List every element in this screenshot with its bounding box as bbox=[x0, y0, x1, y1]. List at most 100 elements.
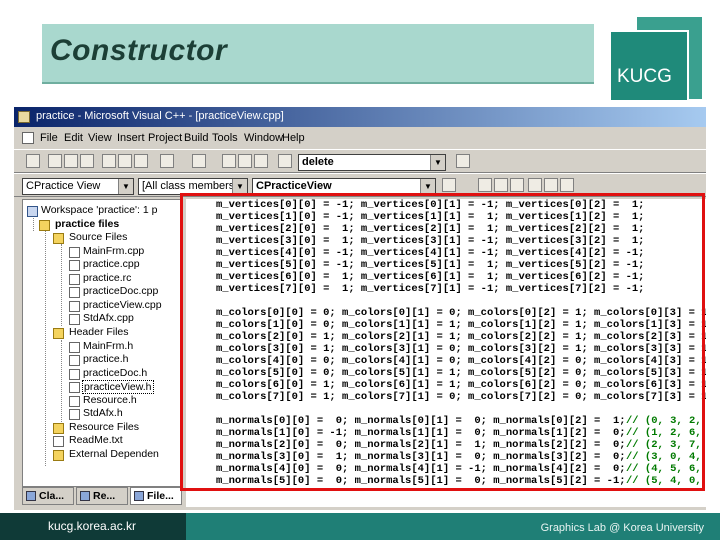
wizard-action-icon[interactable] bbox=[442, 178, 456, 192]
chevron-down-icon[interactable]: ▼ bbox=[420, 179, 435, 194]
tree-line bbox=[61, 340, 62, 422]
members-combo-value: [All class members] bbox=[142, 180, 238, 192]
copy-icon[interactable] bbox=[118, 154, 132, 168]
slide-title: Constructor bbox=[50, 34, 228, 67]
tree-practiceview-h[interactable]: practiceView.h bbox=[82, 380, 154, 394]
new-file-icon[interactable] bbox=[26, 154, 40, 168]
class-combo[interactable]: CPractice View ▼ bbox=[22, 178, 134, 195]
tree-readme[interactable]: ReadMe.txt bbox=[69, 434, 123, 446]
header-file-icon bbox=[69, 396, 80, 407]
window-title: practice - Microsoft Visual C++ - [pract… bbox=[36, 110, 284, 122]
paste-icon[interactable] bbox=[134, 154, 148, 168]
tree-resource-h[interactable]: Resource.h bbox=[83, 394, 137, 406]
open-folder-icon[interactable] bbox=[48, 154, 62, 168]
cpp-file-icon bbox=[69, 247, 80, 258]
highlight-box bbox=[180, 193, 705, 491]
folder-icon bbox=[53, 328, 64, 339]
tab-class-view[interactable]: Cla... bbox=[22, 487, 74, 505]
text-file-icon bbox=[53, 436, 64, 447]
stop-build-icon[interactable] bbox=[510, 178, 524, 192]
tree-practice-h[interactable]: practice.h bbox=[83, 353, 129, 365]
go-icon[interactable] bbox=[560, 178, 574, 192]
tree-external-dependencies[interactable]: External Dependen bbox=[69, 448, 159, 460]
app-icon bbox=[18, 111, 30, 123]
document-icon bbox=[22, 132, 34, 144]
menu-build[interactable]: Build bbox=[184, 132, 208, 144]
undo-icon[interactable] bbox=[160, 154, 174, 168]
find-in-files-icon[interactable] bbox=[278, 154, 292, 168]
menu-window[interactable]: Window bbox=[244, 132, 283, 144]
tree-line bbox=[33, 218, 34, 231]
workspace-tree: Workspace 'practice': 1 p practice files… bbox=[22, 199, 182, 487]
redo-icon[interactable] bbox=[192, 154, 206, 168]
function-combo-value: CPracticeView bbox=[256, 180, 332, 192]
find-icon[interactable] bbox=[456, 154, 470, 168]
breakpoint-icon[interactable] bbox=[544, 178, 558, 192]
chevron-down-icon[interactable]: ▼ bbox=[118, 179, 133, 194]
cpp-file-icon bbox=[69, 301, 80, 312]
compile-icon[interactable] bbox=[478, 178, 492, 192]
cpp-file-icon bbox=[69, 314, 80, 325]
save-icon[interactable] bbox=[64, 154, 78, 168]
menu-view[interactable]: View bbox=[88, 132, 112, 144]
menu-help[interactable]: Help bbox=[282, 132, 305, 144]
tree-mainfrm-cpp[interactable]: MainFrm.cpp bbox=[83, 245, 144, 257]
resource-view-icon bbox=[80, 491, 90, 501]
tree-mainfrm-h[interactable]: MainFrm.h bbox=[83, 340, 133, 352]
tree-header-files[interactable]: Header Files bbox=[69, 326, 129, 338]
tree-stdafx-h[interactable]: StdAfx.h bbox=[83, 407, 123, 419]
tree-source-files[interactable]: Source Files bbox=[69, 231, 127, 243]
class-view-icon bbox=[26, 491, 36, 501]
output-icon[interactable] bbox=[238, 154, 252, 168]
workspace-icon[interactable] bbox=[222, 154, 236, 168]
execute-icon[interactable] bbox=[528, 178, 542, 192]
rc-file-icon bbox=[69, 274, 80, 285]
slide-title-box: Constructor bbox=[42, 24, 594, 84]
find-combo-value: delete bbox=[302, 156, 334, 168]
window-title-bar: practice - Microsoft Visual C++ - [pract… bbox=[14, 107, 706, 127]
tree-practice-rc[interactable]: practice.rc bbox=[83, 272, 131, 284]
tree-line bbox=[45, 230, 46, 466]
workspace-tabs: Cla... Re... File... bbox=[22, 487, 182, 507]
tree-practiceview-cpp[interactable]: practiceView.cpp bbox=[83, 299, 162, 311]
menu-tools[interactable]: Tools bbox=[212, 132, 238, 144]
find-combo[interactable]: delete ▼ bbox=[298, 154, 446, 171]
tree-stdafx-cpp[interactable]: StdAfx.cpp bbox=[83, 312, 134, 324]
header-file-icon bbox=[69, 369, 80, 380]
tab-file-view[interactable]: File... bbox=[130, 487, 182, 505]
folder-icon bbox=[53, 450, 64, 461]
menu-insert[interactable]: Insert bbox=[117, 132, 145, 144]
tab-file-view-label: File... bbox=[147, 490, 174, 502]
menu-edit[interactable]: Edit bbox=[64, 132, 83, 144]
tab-class-view-label: Cla... bbox=[39, 490, 65, 502]
header-file-icon bbox=[69, 382, 80, 393]
tree-practicedoc-cpp[interactable]: practiceDoc.cpp bbox=[83, 285, 158, 297]
tab-resource-view-label: Re... bbox=[93, 490, 116, 502]
menu-project[interactable]: Project bbox=[148, 132, 182, 144]
chevron-down-icon[interactable]: ▼ bbox=[430, 155, 445, 170]
chevron-down-icon[interactable]: ▼ bbox=[232, 179, 247, 194]
kucg-badge-label: KUCG bbox=[617, 66, 672, 87]
tree-workspace[interactable]: Workspace 'practice': 1 p bbox=[41, 204, 157, 216]
build-icon[interactable] bbox=[494, 178, 508, 192]
project-folder-icon bbox=[39, 220, 50, 231]
tab-resource-view[interactable]: Re... bbox=[76, 487, 128, 505]
tree-practicedoc-h[interactable]: practiceDoc.h bbox=[83, 367, 147, 379]
header-file-icon bbox=[69, 409, 80, 420]
kucg-badge: KUCG bbox=[609, 30, 689, 102]
header-file-icon bbox=[69, 355, 80, 366]
standard-toolbar: delete ▼ bbox=[14, 149, 706, 173]
tree-practice-cpp[interactable]: practice.cpp bbox=[83, 258, 140, 270]
tree-resource-files[interactable]: Resource Files bbox=[69, 421, 139, 433]
cut-icon[interactable] bbox=[102, 154, 116, 168]
window-list-icon[interactable] bbox=[254, 154, 268, 168]
footer-url: kucg.korea.ac.kr bbox=[48, 519, 137, 533]
file-view-icon bbox=[134, 491, 144, 501]
folder-icon bbox=[53, 233, 64, 244]
save-all-icon[interactable] bbox=[80, 154, 94, 168]
menu-file[interactable]: File bbox=[40, 132, 58, 144]
footer-right: Graphics Lab @ Korea University bbox=[186, 513, 720, 540]
tree-line bbox=[61, 244, 62, 326]
tree-project-files[interactable]: practice files bbox=[55, 218, 119, 230]
menu-bar: File Edit View Insert Project Build Tool… bbox=[14, 129, 706, 147]
